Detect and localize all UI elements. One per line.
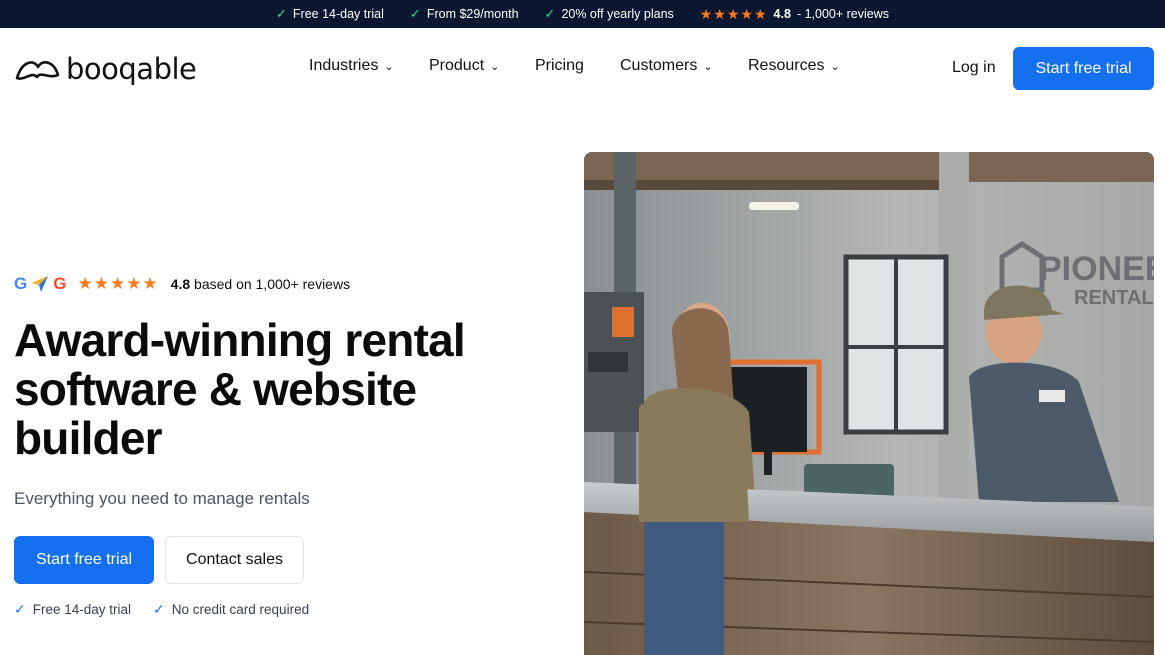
nav-item-label: Product xyxy=(429,57,485,74)
nav-item-industries[interactable]: Industries ⌄ xyxy=(309,57,429,75)
star-rating-icon: ★★★★★ xyxy=(699,5,768,22)
promo-item: ✓ Free 14-day trial xyxy=(276,6,384,22)
g2-icon: G xyxy=(53,274,67,293)
promo-text: Free 14-day trial xyxy=(292,7,384,21)
google-icon: G xyxy=(14,274,28,293)
main-nav: booqable Industries ⌄ Product ⌄ Pricing … xyxy=(0,28,1165,108)
sign-text-line-2: RENTALS xyxy=(1074,287,1154,309)
perk-text: No credit card required xyxy=(171,602,310,617)
perk-item: ✓ Free 14-day trial xyxy=(14,601,131,618)
nav-item-resources[interactable]: Resources ⌄ xyxy=(748,57,848,75)
review-rating-row: G G ★★★★★ 4.8 based on 1,000+ reviews xyxy=(14,274,350,294)
chevron-down-icon: ⌄ xyxy=(830,60,840,73)
hero-perks: ✓ Free 14-day trial ✓ No credit card req… xyxy=(14,601,309,618)
nav-item-customers[interactable]: Customers ⌄ xyxy=(620,57,748,75)
promo-bar: ✓ Free 14-day trial ✓ From $29/month ✓ 2… xyxy=(0,0,1165,28)
capterra-icon xyxy=(32,276,49,292)
rating-value: 4.8 xyxy=(773,7,791,21)
rating-summary: 4.8 based on 1,000+ reviews xyxy=(171,276,350,292)
rating-text: - 1,000+ reviews xyxy=(796,7,889,21)
logo-wordmark: booqable xyxy=(66,52,197,86)
chevron-down-icon: ⌄ xyxy=(703,60,713,73)
promo-rating: ★★★★★ 4.8 - 1,000+ reviews xyxy=(700,6,889,23)
promo-text: 20% off yearly plans xyxy=(561,7,674,21)
nav-menu: Industries ⌄ Product ⌄ Pricing Customers… xyxy=(309,57,848,75)
contact-sales-button[interactable]: Contact sales xyxy=(165,536,304,584)
headline-line: builder xyxy=(14,412,163,464)
promo-item: ✓ 20% off yearly plans xyxy=(545,6,674,22)
start-free-trial-button[interactable]: Start free trial xyxy=(1013,47,1154,90)
rental-shop-photo: PIONEE RENTALS xyxy=(584,152,1154,655)
perk-text: Free 14-day trial xyxy=(32,602,132,617)
headline-line: software & website xyxy=(14,363,417,415)
promo-item: ✓ From $29/month xyxy=(410,6,519,22)
sign-text-line-1: PIONEE xyxy=(1039,250,1154,288)
hero-subhead: Everything you need to manage rentals xyxy=(14,489,310,508)
nav-item-label: Resources xyxy=(748,57,825,74)
check-icon: ✓ xyxy=(275,6,287,21)
headline-line: Award-winning rental xyxy=(14,314,466,366)
hero-start-free-trial-button[interactable]: Start free trial xyxy=(14,536,154,584)
perk-item: ✓ No credit card required xyxy=(153,601,309,618)
login-link[interactable]: Log in xyxy=(952,59,996,77)
booqable-logo-icon xyxy=(15,61,60,80)
nav-item-label: Industries xyxy=(309,57,379,74)
rating-value: 4.8 xyxy=(170,276,191,292)
star-rating-icon: ★★★★★ xyxy=(77,274,159,293)
nav-item-product[interactable]: Product ⌄ xyxy=(429,57,535,75)
hero-headline: Award-winning rental software & website … xyxy=(14,316,574,463)
check-icon: ✓ xyxy=(409,6,421,21)
check-icon: ✓ xyxy=(153,601,165,617)
nav-item-pricing[interactable]: Pricing xyxy=(535,57,620,75)
check-icon: ✓ xyxy=(544,6,556,21)
nav-item-label: Pricing xyxy=(535,57,584,74)
rating-text: based on 1,000+ reviews xyxy=(194,276,351,292)
chevron-down-icon: ⌄ xyxy=(384,60,394,73)
promo-text: From $29/month xyxy=(426,7,519,21)
chevron-down-icon: ⌄ xyxy=(490,60,500,73)
check-icon: ✓ xyxy=(14,601,26,617)
nav-item-label: Customers xyxy=(620,57,698,74)
booqable-logo[interactable]: booqable xyxy=(14,52,197,86)
hero-photo: PIONEE RENTALS xyxy=(584,152,1154,655)
